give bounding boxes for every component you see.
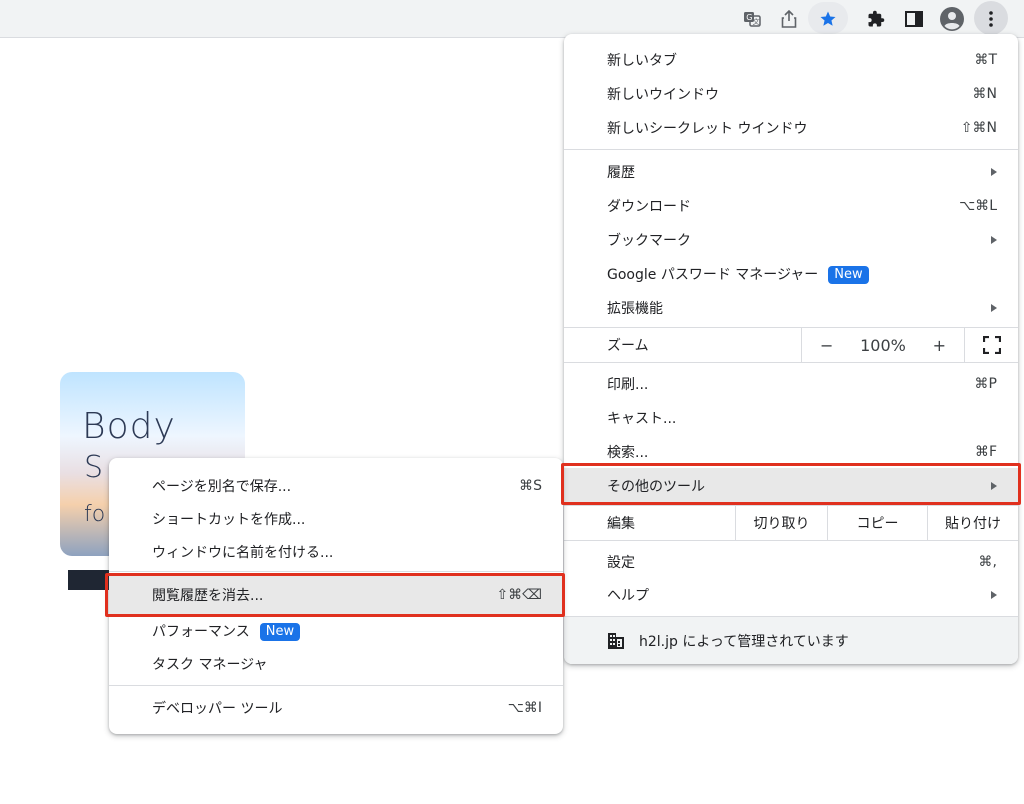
- settings-shortcut: ⌘,: [978, 554, 997, 570]
- menu-item-print[interactable]: 印刷... ⌘P: [564, 367, 1018, 401]
- find-label: 検索...: [607, 445, 649, 461]
- name-window-label: ウィンドウに名前を付ける...: [152, 545, 334, 561]
- browser-toolbar: G文: [0, 0, 1024, 38]
- submenu-item-clear-browsing-data[interactable]: 閲覧履歴を消去... ⇧⌘⌫: [109, 576, 563, 614]
- menu-item-help[interactable]: ヘルプ: [564, 578, 1018, 612]
- menu-item-settings[interactable]: 設定 ⌘,: [564, 545, 1018, 579]
- zoom-in-button[interactable]: +: [933, 336, 946, 355]
- clear-data-shortcut: ⇧⌘⌫: [496, 587, 542, 603]
- more-tools-label: その他のツール: [607, 479, 705, 495]
- extensions-label: 拡張機能: [607, 301, 663, 317]
- menu-item-find[interactable]: 検索... ⌘F: [564, 435, 1018, 469]
- history-label: 履歴: [607, 165, 635, 181]
- thumbnail-line3: fo: [84, 502, 106, 527]
- task-manager-label: タスク マネージャ: [152, 657, 268, 673]
- menu-item-more-tools[interactable]: その他のツール: [564, 468, 1018, 504]
- submenu-item-save-page[interactable]: ページを別名で保存... ⌘S: [109, 469, 563, 503]
- translate-icon[interactable]: G文: [739, 6, 765, 32]
- chrome-menu-icon[interactable]: [978, 6, 1004, 32]
- zoom-out-button[interactable]: −: [820, 336, 833, 355]
- new-badge: New: [828, 266, 869, 284]
- menu-separator: [564, 540, 1018, 541]
- fullscreen-button[interactable]: [965, 336, 1018, 354]
- new-badge: New: [259, 623, 301, 641]
- chrome-main-menu: 新しいタブ ⌘T 新しいウインドウ ⌘N 新しいシークレット ウインドウ ⇧⌘N…: [564, 34, 1018, 664]
- managed-by-label: h2l.jp によって管理されています: [639, 633, 849, 650]
- bookmark-star-icon[interactable]: [815, 6, 841, 32]
- page-dark-bar: [68, 570, 112, 590]
- cast-label: キャスト...: [607, 411, 677, 427]
- downloads-shortcut: ⌥⌘L: [959, 198, 997, 214]
- cut-button[interactable]: 切り取り: [735, 506, 827, 540]
- create-shortcut-label: ショートカットを作成...: [152, 512, 306, 528]
- menu-separator: [109, 571, 563, 572]
- submenu-arrow-icon: [991, 168, 997, 176]
- menu-item-new-window[interactable]: 新しいウインドウ ⌘N: [564, 77, 1018, 111]
- fullscreen-icon: [982, 336, 1001, 354]
- share-icon[interactable]: [776, 6, 802, 32]
- submenu-item-name-window[interactable]: ウィンドウに名前を付ける...: [109, 535, 563, 569]
- extensions-icon[interactable]: [863, 6, 889, 32]
- submenu-item-create-shortcut[interactable]: ショートカットを作成...: [109, 502, 563, 536]
- menu-separator: [564, 362, 1018, 363]
- zoom-control: − 100% +: [801, 328, 965, 362]
- menu-item-extensions[interactable]: 拡張機能: [564, 291, 1018, 325]
- menu-item-downloads[interactable]: ダウンロード ⌥⌘L: [564, 189, 1018, 223]
- save-page-label: ページを別名で保存...: [152, 479, 292, 495]
- submenu-item-task-manager[interactable]: タスク マネージャ: [109, 647, 563, 681]
- edit-label: 編集: [607, 516, 635, 532]
- thumbnail-line2: S: [84, 450, 104, 485]
- building-icon: [607, 632, 625, 650]
- menu-item-bookmarks[interactable]: ブックマーク: [564, 223, 1018, 257]
- menu-item-cast[interactable]: キャスト...: [564, 401, 1018, 435]
- new-tab-shortcut: ⌘T: [974, 52, 997, 68]
- profile-avatar-icon[interactable]: [939, 6, 965, 32]
- performance-label-wrap: パフォーマンス New: [152, 621, 542, 641]
- menu-item-history[interactable]: 履歴: [564, 155, 1018, 189]
- svg-text:G: G: [746, 13, 752, 22]
- managed-by-notice[interactable]: h2l.jp によって管理されています: [564, 616, 1018, 664]
- new-window-shortcut: ⌘N: [972, 86, 997, 102]
- thumbnail-title: Body: [82, 406, 176, 447]
- copy-button[interactable]: コピー: [827, 506, 927, 540]
- new-window-label: 新しいウインドウ: [607, 87, 719, 103]
- bookmarks-label: ブックマーク: [607, 233, 691, 249]
- menu-separator: [564, 149, 1018, 150]
- menu-separator: [109, 685, 563, 686]
- dev-tools-shortcut: ⌥⌘I: [507, 700, 542, 716]
- menu-item-password-manager[interactable]: Google パスワード マネージャー New: [564, 257, 1018, 291]
- svg-text:文: 文: [753, 17, 760, 26]
- submenu-item-developer-tools[interactable]: デベロッパー ツール ⌥⌘I: [109, 691, 563, 725]
- menu-item-new-tab[interactable]: 新しいタブ ⌘T: [564, 43, 1018, 77]
- zoom-label: ズーム: [607, 338, 649, 354]
- find-shortcut: ⌘F: [974, 444, 997, 460]
- new-incognito-shortcut: ⇧⌘N: [960, 120, 997, 136]
- performance-label: パフォーマンス: [152, 624, 250, 640]
- print-label: 印刷...: [607, 377, 649, 393]
- menu-row-edit: 編集 切り取り コピー 貼り付け: [564, 506, 1018, 540]
- submenu-item-performance[interactable]: パフォーマンス New: [109, 614, 563, 648]
- side-panel-icon[interactable]: [901, 6, 927, 32]
- print-shortcut: ⌘P: [974, 376, 997, 392]
- password-manager-label: Google パスワード マネージャー: [607, 267, 819, 283]
- clear-data-label: 閲覧履歴を消去...: [152, 588, 264, 604]
- submenu-arrow-icon: [991, 482, 997, 490]
- menu-row-zoom: ズーム − 100% +: [564, 328, 1018, 362]
- submenu-arrow-icon: [991, 591, 997, 599]
- dev-tools-label: デベロッパー ツール: [152, 701, 283, 717]
- password-manager-label-wrap: Google パスワード マネージャー New: [607, 264, 997, 284]
- submenu-arrow-icon: [991, 236, 997, 244]
- menu-item-new-incognito[interactable]: 新しいシークレット ウインドウ ⇧⌘N: [564, 111, 1018, 145]
- new-tab-label: 新しいタブ: [607, 53, 677, 69]
- zoom-level-value: 100%: [860, 335, 906, 355]
- settings-label: 設定: [607, 555, 635, 571]
- paste-button[interactable]: 貼り付け: [927, 506, 1018, 540]
- more-tools-submenu: ページを別名で保存... ⌘S ショートカットを作成... ウィンドウに名前を付…: [109, 458, 563, 734]
- submenu-arrow-icon: [991, 304, 997, 312]
- help-label: ヘルプ: [607, 588, 649, 604]
- downloads-label: ダウンロード: [607, 199, 691, 215]
- save-page-shortcut: ⌘S: [519, 478, 542, 494]
- new-incognito-label: 新しいシークレット ウインドウ: [607, 121, 808, 137]
